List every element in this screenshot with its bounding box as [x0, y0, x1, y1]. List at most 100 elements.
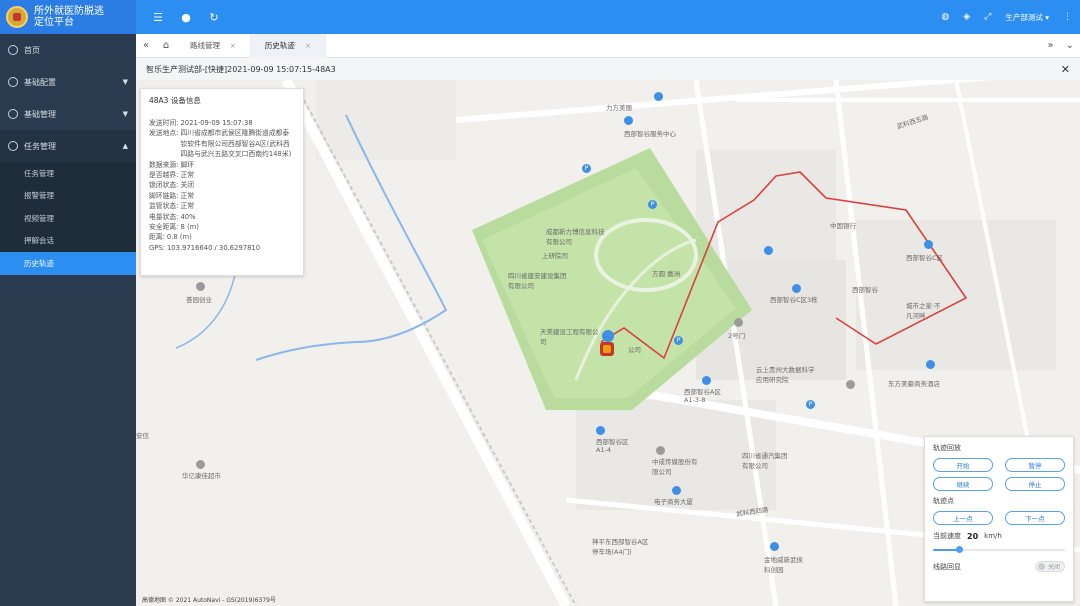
- prev-point-button[interactable]: 上一点: [933, 511, 993, 525]
- page-title: 智乐生产测试部-[快捷]2021-09-09 15:07:15-48A3: [146, 64, 336, 74]
- menu-toggle-icon[interactable]: ☰: [144, 11, 172, 24]
- map-label: 四川省建安建设集团有限公司: [508, 272, 567, 290]
- info-key: 是否越界:: [149, 171, 179, 180]
- map-label: 西部智谷C区: [906, 254, 944, 262]
- fullscreen-icon[interactable]: ⤢: [984, 12, 991, 22]
- map-marker-icon[interactable]: [702, 376, 711, 385]
- chevron-down-icon[interactable]: ⌄: [1066, 40, 1074, 51]
- continue-button[interactable]: 继续: [933, 477, 993, 491]
- palette-icon[interactable]: ◍: [941, 12, 949, 22]
- tab-bar: « ⌂ 路线管理 × 历史轨迹 × » ⌄: [136, 33, 1080, 58]
- parking-icon: P: [806, 400, 815, 409]
- map-marker-icon[interactable]: [656, 446, 665, 455]
- parking-icon: P: [648, 200, 657, 209]
- sidebar-subitem-video[interactable]: 视频管理: [0, 207, 136, 230]
- close-icon[interactable]: ✕: [1061, 63, 1070, 76]
- device-info-popup: 48A3 设备信息 发送时间: 2021-09-09 15:07:38 发送地点:…: [140, 88, 304, 276]
- playback-buttons-row1: 开始 暂停: [933, 458, 1065, 472]
- map-view[interactable]: 力方美丽 西部智谷服务中心 成都新力博信息科技有限公司 上研院司 四川省建安建设…: [136, 80, 1080, 606]
- map-marker-icon[interactable]: [792, 284, 801, 293]
- sidebar-item-task-manage[interactable]: 任务管理 ▲: [0, 130, 136, 162]
- home-tab-icon[interactable]: ⌂: [156, 40, 176, 51]
- route-display-row: 线路回显 关闭: [933, 561, 1065, 572]
- info-key: 距离:: [149, 233, 165, 242]
- sidebar-item-basic-manage[interactable]: 基础管理 ▼: [0, 98, 136, 130]
- sidebar-item-label: 首页: [24, 45, 40, 55]
- playback-buttons-row2: 继续 停止: [933, 477, 1065, 491]
- sidebar-item-home[interactable]: 首页: [0, 34, 136, 66]
- map-marker-icon[interactable]: [926, 360, 935, 369]
- track-playback-panel: 轨迹回放 开始 暂停 继续 停止 轨迹点 上一点 下一点 当前速度 20 km/…: [924, 436, 1074, 602]
- info-row: 距离: 0.8 (m): [149, 232, 295, 242]
- tag-icon[interactable]: ◈: [963, 12, 970, 22]
- map-marker-icon[interactable]: [734, 318, 743, 327]
- more-vertical-icon[interactable]: ⋮: [1063, 12, 1072, 22]
- track-point-section-title: 轨迹点: [933, 497, 954, 505]
- globe-icon[interactable]: ●: [172, 11, 200, 24]
- sidebar-subitem-history-track[interactable]: 历史轨迹: [0, 252, 136, 275]
- info-row: 脚环链路: 正常: [149, 191, 295, 201]
- speed-row: 当前速度 20 km/h: [933, 531, 1065, 541]
- info-value: 103.9716640 / 30.6297810: [166, 243, 261, 252]
- info-value: 正常: [180, 191, 195, 200]
- map-label: 金地威新武侯科创园: [764, 556, 803, 574]
- info-key: 数据来源:: [149, 160, 179, 169]
- stop-button[interactable]: 停止: [1005, 477, 1065, 491]
- route-display-toggle[interactable]: 关闭: [1035, 561, 1065, 572]
- settings-icon: [8, 77, 18, 87]
- sidebar-subitem-escort-chat[interactable]: 押解会话: [0, 230, 136, 253]
- map-marker-icon[interactable]: [770, 542, 779, 551]
- speed-label: 当前速度: [933, 532, 961, 540]
- close-icon[interactable]: ×: [305, 42, 311, 50]
- speed-unit: km/h: [984, 532, 1002, 540]
- refresh-icon[interactable]: ↻: [200, 11, 228, 24]
- map-marker-icon[interactable]: [846, 380, 855, 389]
- map-marker-icon[interactable]: [624, 116, 633, 125]
- map-copyright: 高德地图 © 2021 AutoNavi - GS(2019)6379号: [142, 597, 276, 604]
- tabs-scroll-right-icon[interactable]: »: [1047, 40, 1053, 51]
- top-bar: ☰ ● ↻ ◍ ◈ ⤢ 生产部测试 ▾ ⋮: [136, 0, 1080, 34]
- info-row: GPS: 103.9716640 / 30.6297810: [149, 243, 295, 253]
- settings-icon: [8, 109, 18, 119]
- info-row: 安全距离: 8 (m): [149, 222, 295, 232]
- map-label: 2号门: [728, 332, 746, 340]
- track-point-buttons: 上一点 下一点: [933, 511, 1065, 525]
- info-key: 监管状态:: [149, 202, 179, 211]
- map-label: 安信: [136, 432, 149, 440]
- map-marker-icon[interactable]: [672, 486, 681, 495]
- user-menu[interactable]: 生产部测试 ▾: [1005, 12, 1049, 23]
- sidebar-subitem-task[interactable]: 任务管理: [0, 162, 136, 185]
- map-label: 天美建设工程有限公司: [540, 328, 599, 346]
- tabs-scroll-left-icon[interactable]: «: [136, 40, 156, 51]
- map-label: 东方美豪商务酒店: [888, 380, 940, 388]
- map-marker-icon[interactable]: [596, 426, 605, 435]
- map-marker-icon[interactable]: [196, 282, 205, 291]
- slider-handle[interactable]: [956, 546, 964, 553]
- tab-route-manage[interactable]: 路线管理 ×: [176, 33, 251, 58]
- info-value: 40%: [180, 212, 196, 221]
- map-marker-icon[interactable]: [764, 246, 773, 255]
- map-marker-icon[interactable]: [196, 460, 205, 469]
- sidebar-item-label: 任务管理: [24, 141, 56, 151]
- info-key: 发送时间:: [149, 119, 179, 127]
- map-marker-icon[interactable]: [654, 92, 663, 101]
- pause-button[interactable]: 暂停: [1005, 458, 1065, 472]
- close-icon[interactable]: ×: [230, 42, 236, 50]
- sidebar-item-basic-config[interactable]: 基础配置 ▼: [0, 66, 136, 98]
- start-button[interactable]: 开始: [933, 458, 993, 472]
- speed-slider[interactable]: [933, 546, 1065, 553]
- parking-icon: P: [582, 164, 591, 173]
- map-marker-icon[interactable]: [924, 240, 933, 249]
- task-submenu: 任务管理 报警管理 视频管理 押解会话 历史轨迹: [0, 162, 136, 275]
- tab-label: 路线管理: [190, 41, 220, 50]
- next-point-button[interactable]: 下一点: [1005, 511, 1065, 525]
- sidebar-subitem-alarm[interactable]: 报警管理: [0, 185, 136, 208]
- app-title-line1: 所外就医防脱逃: [34, 6, 104, 17]
- map-label: 中成传媒股份有限公司: [652, 458, 698, 476]
- info-row: 发送地点: 四川省成都市武侯区隆腾街道成都泰钦软件有限公司西部智谷A区(武科西四路…: [149, 128, 295, 159]
- map-label: 西部智谷C区3栋: [770, 296, 818, 304]
- info-key: 安全距离:: [149, 223, 179, 232]
- info-key: GPS:: [149, 243, 165, 252]
- route-display-label: 线路回显: [933, 562, 961, 571]
- tab-history-track[interactable]: 历史轨迹 ×: [250, 33, 326, 58]
